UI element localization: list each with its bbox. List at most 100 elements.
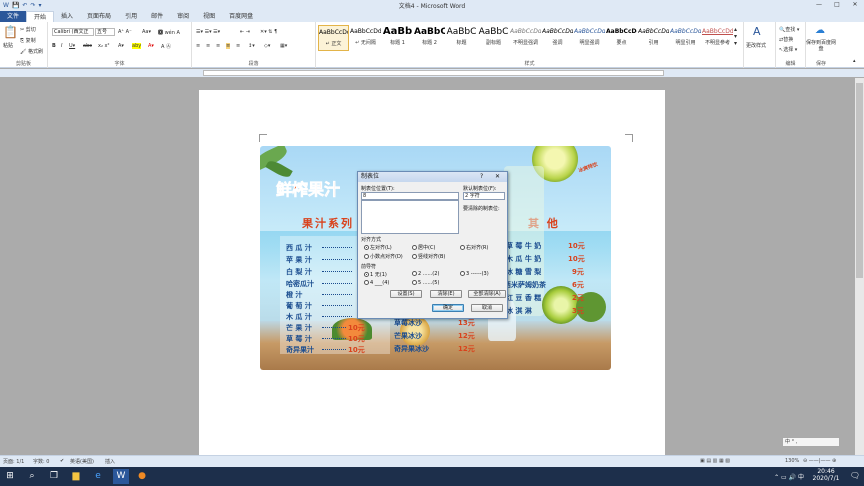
save-netdisk-button[interactable]: 保存到百度网盘	[806, 40, 836, 52]
change-case-icon[interactable]: Aa▾	[142, 29, 151, 35]
align-center-radio[interactable]: 居中(C)	[412, 244, 435, 251]
language[interactable]: 英语(美国)	[70, 458, 94, 465]
style-no-spacing[interactable]: AaBbCcDd ↵ 无间隔	[350, 25, 381, 51]
tab-review[interactable]: 审阅	[170, 11, 196, 22]
leader-middot-radio[interactable]: 5 ......(5)	[412, 280, 439, 286]
tab-position-input[interactable]: 8	[361, 192, 459, 200]
line-spacing-icon[interactable]: ↕▾	[248, 43, 255, 49]
align-right-radio[interactable]: 右对齐(R)	[460, 244, 488, 251]
leader-dots-radio[interactable]: 2 ......(2)	[412, 271, 439, 277]
tab-page-layout[interactable]: 页面布局	[80, 11, 118, 22]
subscript-icon[interactable]: x₂ x²	[98, 43, 110, 49]
page-count[interactable]: 页面: 1/1	[3, 458, 24, 465]
app-icon[interactable]: ●	[134, 469, 150, 484]
word-count[interactable]: 字数: 0	[33, 458, 49, 465]
search-icon[interactable]: ⌕	[24, 469, 40, 484]
leader-none-radio[interactable]: 1 无(1)	[364, 271, 387, 278]
align-decimal-radio[interactable]: 小数点对齐(D)	[364, 253, 403, 260]
tab-insert[interactable]: 插入	[54, 11, 80, 22]
ime-toolbar[interactable]: 中 ° ,	[782, 437, 840, 447]
find-button[interactable]: 🔍查找 ▾	[779, 26, 799, 33]
cloud-icon[interactable]: ☁	[815, 25, 825, 36]
bullets-icon[interactable]: ☰▾ ☰▾ ☰▾	[196, 29, 220, 35]
edge-icon[interactable]: e	[90, 469, 106, 484]
style-intense-emphasis[interactable]: AaBbCcDd 明显强调	[574, 25, 605, 51]
grow-font-icon[interactable]: A⁺ A⁻	[118, 29, 132, 35]
distributed-icon[interactable]: ≡	[236, 43, 240, 49]
clock[interactable]: 20:46 2020/7/1	[806, 468, 846, 482]
style-emphasis[interactable]: AaBbCcDd 强调	[542, 25, 573, 51]
paste-button[interactable]: 粘贴	[3, 42, 13, 49]
tab-position-list[interactable]	[361, 200, 459, 234]
leader-line-radio[interactable]: 4 ___(4)	[364, 280, 389, 286]
windows-start-icon[interactable]: ⊞	[2, 469, 18, 484]
underline-icon[interactable]: U▾	[69, 43, 75, 49]
chinese-layout-icon[interactable]: ✕▾ ⇅ ¶	[260, 29, 277, 35]
insert-mode[interactable]: 插入	[105, 458, 115, 465]
bold-icon[interactable]: B	[52, 43, 56, 49]
tab-baidu-netdisk[interactable]: 百度网盘	[222, 11, 260, 22]
dialog-close-button[interactable]: ✕	[495, 172, 500, 182]
cut-button[interactable]: ✂ 剪切	[20, 26, 36, 33]
replace-button[interactable]: ⇄替换	[779, 36, 793, 43]
file-explorer-icon[interactable]: ▆	[68, 469, 84, 484]
clear-button[interactable]: 清除(E)	[430, 290, 462, 298]
format-painter-button[interactable]: 🖌 格式刷	[20, 48, 43, 55]
clear-format-icon[interactable]: 🆇 wén A	[158, 29, 180, 36]
indent-icon[interactable]: ⇤ ⇥	[240, 29, 250, 35]
vertical-scrollbar[interactable]	[855, 78, 864, 455]
close-button[interactable]: ✕	[846, 0, 864, 10]
clear-all-button[interactable]: 全部清除(A)	[468, 290, 506, 298]
font-color-icon[interactable]: A▾	[148, 43, 154, 49]
style-heading-2[interactable]: AaBbC 标题 2	[414, 25, 445, 51]
scroll-thumb[interactable]	[856, 83, 863, 278]
leader-dash-radio[interactable]: 3 ------(3)	[460, 271, 489, 277]
align-left-icon[interactable]: ≡	[196, 43, 200, 49]
italic-icon[interactable]: I	[61, 43, 62, 49]
align-center-icon[interactable]: ≡	[206, 43, 210, 49]
style-strong[interactable]: AaBbCcDd要点	[606, 25, 637, 51]
styles-scroll-icon[interactable]: ▴ ▾ ▾	[734, 26, 737, 47]
font-name-select[interactable]: Calibri (西文正	[52, 28, 94, 36]
strikethrough-icon[interactable]: abc	[83, 43, 92, 49]
select-button[interactable]: ↖选择 ▾	[779, 46, 797, 53]
align-right-icon[interactable]: ≡	[216, 43, 220, 49]
borders-icon[interactable]: ▦▾	[280, 43, 287, 49]
style-subtle-reference[interactable]: AaBbCcDd 不明显参考	[702, 25, 733, 51]
align-bar-radio[interactable]: 竖线对齐(B)	[412, 253, 445, 260]
task-view-icon[interactable]: ❐	[46, 469, 62, 484]
ok-button[interactable]: 确定	[432, 304, 464, 312]
copy-button[interactable]: ⎘ 复制	[20, 37, 36, 44]
cancel-button[interactable]: 取消	[471, 304, 503, 312]
style-quote[interactable]: AaBbCcDd 引用	[638, 25, 669, 51]
tab-home[interactable]: 开始	[26, 11, 55, 22]
tray-icons[interactable]: ⌃ ▭ 🔊 中	[774, 472, 804, 481]
help-button[interactable]: ?	[480, 172, 483, 182]
char-shading-icon[interactable]: A Ⓐ	[161, 43, 171, 50]
collapse-ribbon-icon[interactable]: ▴	[853, 58, 856, 64]
default-tabs-spinner[interactable]: 2 字符	[463, 192, 505, 200]
tab-mailings[interactable]: 邮件	[144, 11, 170, 22]
style-subtitle[interactable]: AaBbC 副标题	[478, 25, 509, 51]
style-intense-quote[interactable]: AaBbCcDd 明显引用	[670, 25, 701, 51]
style-subtle-emphasis[interactable]: AaBbCcDd 不明显强调	[510, 25, 541, 51]
tab-references[interactable]: 引用	[118, 11, 144, 22]
highlight-icon[interactable]: aby	[132, 43, 142, 49]
change-styles-button[interactable]: 更改样式	[746, 42, 766, 49]
zoom-level[interactable]: 130%	[785, 458, 799, 464]
style-title[interactable]: AaBbC 标题	[446, 25, 477, 51]
set-button[interactable]: 设置(S)	[390, 290, 422, 298]
word-taskbar-icon[interactable]: W	[113, 469, 129, 484]
maximize-button[interactable]: □	[828, 0, 846, 10]
zoom-slider[interactable]: ⊖ ——|—— ⊕	[803, 458, 836, 464]
minimize-button[interactable]: —	[810, 0, 828, 10]
style-heading-1[interactable]: AaBb 标题 1	[382, 25, 413, 51]
view-buttons[interactable]: ▣ ▤ ▥ ▦ ▧	[700, 458, 730, 464]
shading-icon[interactable]: ◇▾	[264, 43, 270, 49]
paste-icon[interactable]: 📋	[3, 25, 18, 39]
tab-file[interactable]: 文件	[0, 11, 27, 22]
justify-icon[interactable]: ≡	[226, 43, 231, 49]
change-styles-icon[interactable]: A	[753, 25, 761, 38]
tab-view[interactable]: 视图	[196, 11, 222, 22]
style-normal[interactable]: AaBbCcDd ↵ 正文	[318, 25, 349, 51]
